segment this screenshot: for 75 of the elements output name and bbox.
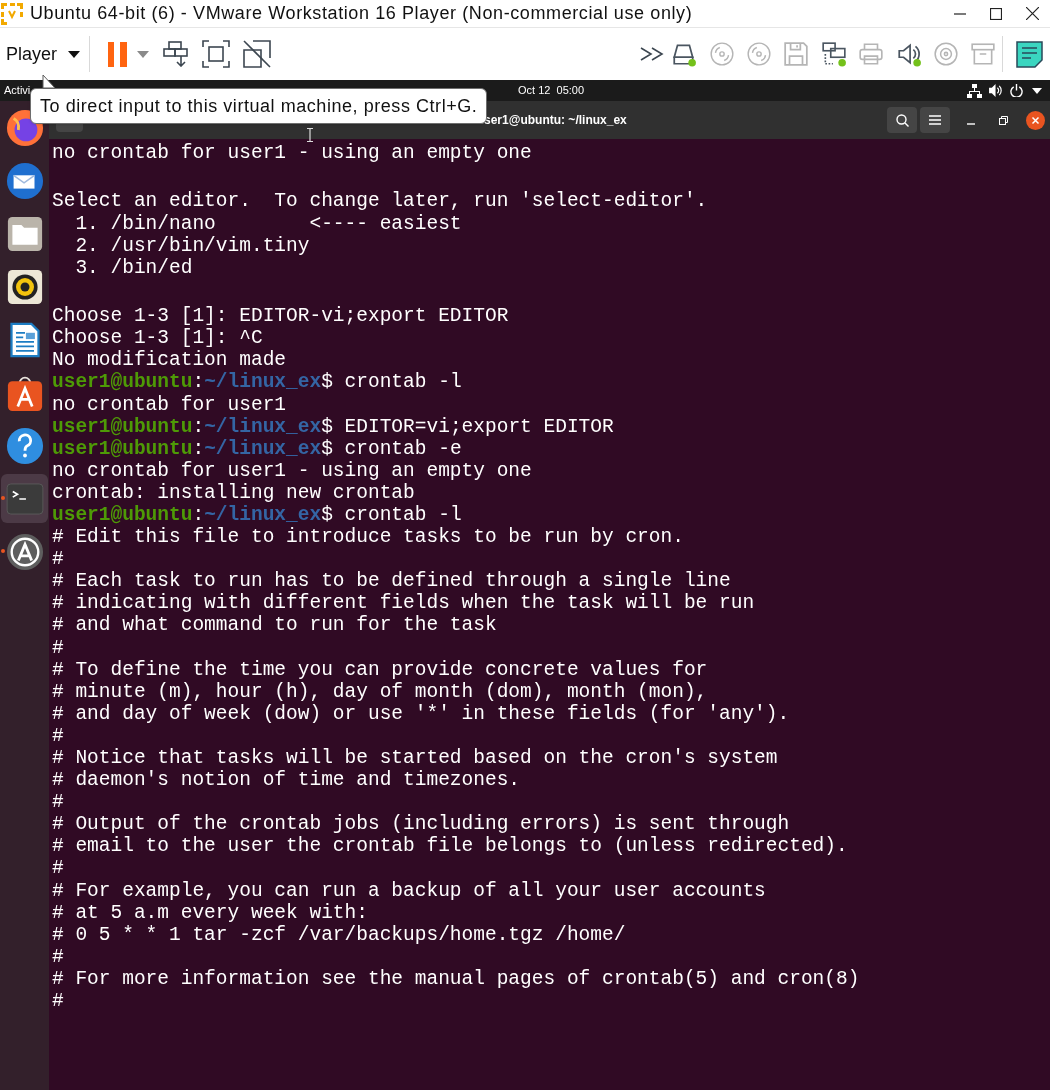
activities-button[interactable]: Activi — [4, 82, 31, 99]
network-icon — [967, 83, 982, 98]
minimize-icon — [954, 12, 966, 15]
minimize-icon — [967, 123, 975, 125]
keys-down-arrow-icon — [163, 41, 190, 67]
close-icon — [1026, 110, 1045, 130]
maximize-icon — [990, 7, 1002, 20]
window-title: Ubuntu 64-bit (6) - VMware Workstation 16 Player (Non-commercial use only) — [30, 2, 693, 25]
terminal-line: 2. /usr/bin/vim.tiny — [74, 235, 310, 256]
close-button[interactable] — [1026, 110, 1045, 130]
terminal-line: crontab: installing new crontab — [52, 482, 415, 503]
terminal-line: # Edit this file to introduce tasks to be run by cron. — [52, 527, 684, 548]
note-icon — [1016, 40, 1043, 68]
terminal-line: Choose 1-3 [1]: EDITOR-vi;export EDITOR — [52, 306, 509, 327]
terminal-line: no crontab for user1 — [52, 394, 287, 415]
terminal-line: # 0 5 * * 1 tar -zcf /var/backups/home.tgz /home/ — [52, 924, 626, 945]
help-icon — [5, 426, 44, 465]
prompt-line: user1@ubuntu:~/linux_ex$ crontab -l — [52, 372, 462, 393]
update-icon — [5, 532, 44, 571]
folder-icon — [6, 215, 43, 252]
terminal-line: Select an editor. To change later, run 'select-editor'. — [52, 191, 708, 212]
terminal-line: # — [52, 637, 64, 658]
speaker-icon — [6, 268, 43, 305]
terminal-line: Choose 1-3 [1]: ^C — [52, 328, 263, 349]
pause-icon — [108, 41, 129, 67]
terminal-line: # — [52, 792, 64, 813]
terminal-line: # — [52, 946, 64, 967]
terminal-line: # Notice that tasks will be started based on the cron's system — [52, 748, 778, 768]
menu-button[interactable] — [920, 107, 950, 133]
terminal-line: # email to the user the crontab file belongs to (unless redirected). — [52, 836, 848, 857]
terminal-line: no crontab for user1 - using an empty one — [52, 143, 532, 164]
terminal-line: # To define the time you can provide concrete values for — [52, 659, 708, 680]
fullscreen-icon — [202, 40, 231, 68]
search-icon — [895, 113, 909, 127]
terminal-line: # at 5 a.m every week with: — [52, 902, 368, 923]
terminal-line: # For example, you can run a backup of all your user accounts — [52, 880, 766, 901]
clock[interactable]: Oct 12 05:00 — [518, 82, 585, 99]
caret-down-icon — [1032, 87, 1042, 94]
terminal-line: 3. /bin/ed — [74, 257, 193, 278]
document-icon — [8, 321, 41, 358]
caret-down-icon — [68, 50, 81, 58]
terminal-line: # — [52, 725, 64, 746]
menu-icon — [929, 115, 941, 125]
terminal-line: 1. /bin/nano <---- easiest — [74, 213, 462, 234]
prompt-line: user1@ubuntu:~/linux_ex$ crontab -l — [52, 504, 462, 525]
unity-button[interactable] — [241, 37, 274, 71]
power-icon — [1010, 84, 1023, 97]
crossed-windows-icon — [243, 40, 272, 68]
terminal-line: # — [52, 991, 64, 1012]
terminal-line: # For more information see the manual pages of crontab(5) and cron(8) — [52, 968, 860, 989]
terminal-line: # minute (m), hour (h), day of month (dom), month (mon), — [52, 681, 708, 702]
terminal-line: # indicating with different fields when the task will be run — [52, 593, 755, 614]
logo-icon — [0, 1, 24, 26]
terminal-line: # daemon's notion of time and timezones. — [52, 770, 521, 791]
text-cursor-icon — [307, 128, 313, 142]
terminal-line: # and day of week (dow) or use '*' in these fields (for 'any'). — [52, 703, 790, 724]
close-icon — [1025, 7, 1039, 20]
terminal-line: # Each task to run has to be defined through a single line — [52, 571, 731, 592]
terminal-line: # — [52, 858, 64, 879]
prompt-line: user1@ubuntu:~/linux_ex$ EDITOR=vi;export EDITOR — [52, 416, 614, 437]
fullscreen-button[interactable] — [200, 37, 233, 71]
terminal-line: No modification made — [52, 350, 287, 371]
search-button[interactable] — [887, 107, 917, 133]
prompt-line: user1@ubuntu:~/linux_ex$ crontab -e — [52, 438, 462, 459]
chevrons-right-icon — [640, 47, 665, 61]
caret-down-icon — [137, 50, 150, 58]
terminal-line: # Output of the crontab jobs (including errors) is sent through — [52, 814, 790, 835]
terminal-line: # and what command to run for the task — [52, 615, 497, 636]
restore-icon — [998, 115, 1008, 125]
volume-icon — [989, 84, 1003, 97]
player-menu[interactable]: Player — [0, 34, 88, 74]
envelope-icon — [5, 161, 44, 200]
terminal-icon — [5, 482, 44, 515]
terminal-line: no crontab for user1 - using an empty one — [52, 460, 532, 481]
terminal-line: # — [52, 549, 64, 570]
